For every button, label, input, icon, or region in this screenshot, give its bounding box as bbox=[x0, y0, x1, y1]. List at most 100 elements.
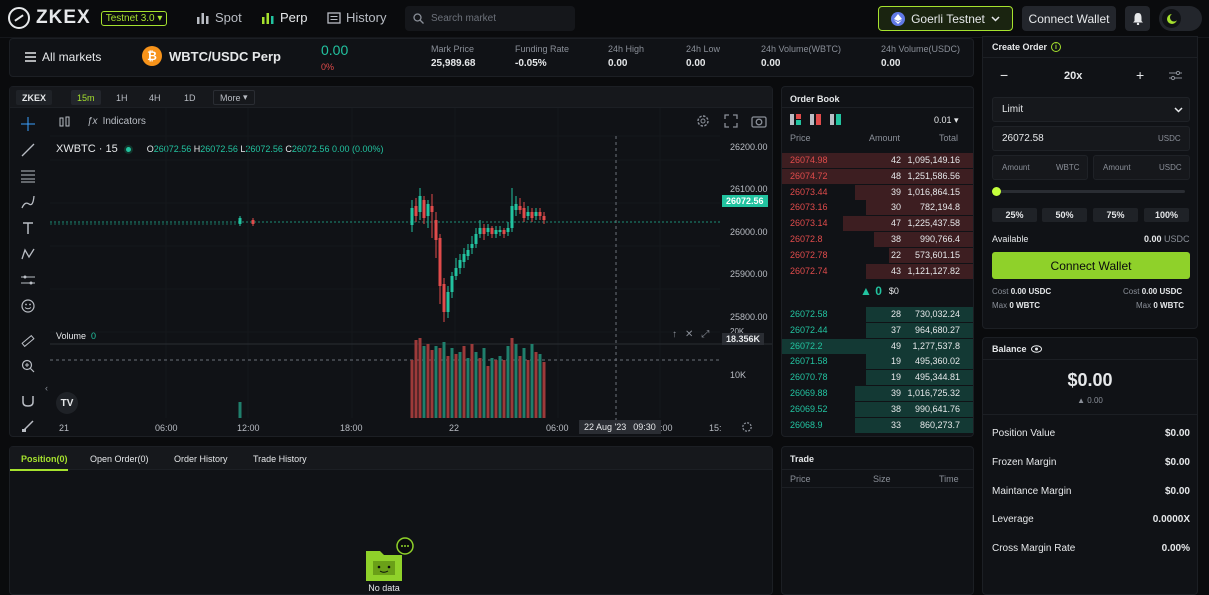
ask-row[interactable]: 26074.72 48 1,251,586.56 bbox=[782, 168, 973, 184]
volume-bar bbox=[470, 344, 474, 418]
maximize-pane-icon[interactable]: ⤢ bbox=[701, 329, 709, 340]
ask-amount: 42 bbox=[890, 155, 901, 165]
leverage-value[interactable]: 20x bbox=[1064, 70, 1082, 82]
view-asks-icon[interactable] bbox=[810, 114, 821, 125]
leverage-decrease-button[interactable]: − bbox=[1000, 67, 1008, 83]
time-tick: 15: bbox=[709, 423, 722, 433]
volume-bar bbox=[482, 348, 486, 418]
volume-bar bbox=[434, 346, 438, 418]
volume-bar bbox=[526, 360, 530, 418]
ask-row[interactable]: 26073.16 30 782,194.8 bbox=[782, 200, 973, 216]
tab-order-history[interactable]: Order History bbox=[174, 454, 228, 464]
bid-row[interactable]: 26070.78 19 495,344.81 bbox=[782, 370, 973, 386]
volume-bar bbox=[490, 358, 494, 418]
connect-wallet-button[interactable]: Connect Wallet bbox=[992, 252, 1190, 279]
ask-total: 573,601.15 bbox=[914, 249, 960, 260]
col-total: Total bbox=[939, 133, 959, 143]
leverage-increase-button[interactable]: + bbox=[1136, 67, 1144, 83]
tf-1h[interactable]: 1H bbox=[110, 90, 134, 105]
pct-25-button[interactable]: 25% bbox=[992, 208, 1037, 222]
nav-perp-label: Perp bbox=[280, 10, 308, 25]
nav-history[interactable]: History bbox=[327, 10, 386, 25]
ask-amount: 47 bbox=[890, 218, 901, 229]
logo-icon bbox=[8, 7, 30, 29]
volume-bar bbox=[506, 346, 510, 418]
volume-pane-controls: ↑ ✕ ⤢ bbox=[672, 329, 709, 340]
time-tick: :00 bbox=[660, 423, 673, 433]
ask-row[interactable]: 26074.98 42 1,095,149.16 bbox=[782, 153, 973, 168]
tf-more[interactable]: More ▾ bbox=[213, 90, 255, 105]
nav-spot[interactable]: Spot bbox=[196, 10, 242, 25]
amount-slider[interactable] bbox=[995, 190, 1185, 193]
price-input-value: 26072.58 bbox=[1002, 133, 1044, 144]
bid-row[interactable]: 26068.9 33 860,273.7 bbox=[782, 417, 973, 433]
volume-bar bbox=[418, 338, 422, 418]
ask-row[interactable]: 26073.14 47 1,225,437.58 bbox=[782, 216, 973, 232]
bid-price: 26072.58 bbox=[790, 309, 828, 319]
price-chart-canvas[interactable] bbox=[10, 108, 772, 436]
nav-spot-label: Spot bbox=[215, 10, 242, 25]
order-type-select[interactable]: Limit bbox=[992, 97, 1190, 122]
ask-row[interactable]: 26072.74 43 1,121,127.82 bbox=[782, 263, 973, 279]
all-markets-button[interactable]: All markets bbox=[25, 50, 101, 64]
view-bids-icon[interactable] bbox=[830, 114, 841, 125]
bitcoin-icon: ₿ bbox=[142, 46, 162, 66]
tab-open-order[interactable]: Open Order(0) bbox=[90, 454, 149, 464]
tf-4h[interactable]: 4H bbox=[143, 90, 167, 105]
swap-settings-icon[interactable] bbox=[1169, 70, 1182, 84]
tf-15m[interactable]: 15m bbox=[71, 90, 101, 105]
tab-trade-history[interactable]: Trade History bbox=[253, 454, 307, 464]
crosshair-time-label: 22 Aug '23 09:30 bbox=[579, 420, 661, 434]
market-pair[interactable]: ₿ WBTC/USDC Perp bbox=[142, 46, 281, 66]
amount-quote-field[interactable]: Amount USDC bbox=[1093, 155, 1190, 180]
ethereum-icon bbox=[891, 11, 906, 26]
view-both-icon[interactable] bbox=[790, 114, 801, 125]
eye-icon[interactable] bbox=[1030, 345, 1042, 353]
ask-row[interactable]: 26072.8 38 990,766.4 bbox=[782, 232, 973, 247]
bid-row[interactable]: 26069.52 38 990,641.76 bbox=[782, 401, 973, 417]
ask-total: 1,225,437.58 bbox=[907, 218, 960, 229]
slider-handle[interactable] bbox=[992, 187, 1001, 196]
move-up-icon[interactable]: ↑ bbox=[672, 329, 677, 340]
ask-row[interactable]: 26073.44 39 1,016,864.15 bbox=[782, 184, 973, 200]
candle-body bbox=[251, 220, 255, 224]
pct-100-button[interactable]: 100% bbox=[1144, 208, 1189, 222]
book-view-toggles bbox=[790, 114, 841, 125]
nav-perp[interactable]: Perp bbox=[261, 10, 307, 25]
bid-row[interactable]: 26072.58 28 730,032.24 bbox=[782, 307, 973, 322]
bid-amount: 39 bbox=[890, 388, 901, 398]
search-box[interactable] bbox=[405, 6, 575, 31]
bid-row[interactable]: 26072.2 49 1,277,537.8 bbox=[782, 338, 973, 354]
candle-body bbox=[454, 268, 458, 276]
time-axis-settings-icon[interactable] bbox=[741, 421, 753, 436]
bid-row[interactable]: 26071.58 19 495,360.02 bbox=[782, 354, 973, 370]
close-pane-icon[interactable]: ✕ bbox=[685, 329, 693, 340]
price-input-field[interactable]: 26072.58 USDC bbox=[992, 126, 1190, 151]
notification-button[interactable] bbox=[1125, 6, 1150, 31]
ask-row[interactable]: 26072.78 22 573,601.15 bbox=[782, 247, 973, 263]
pct-50-button[interactable]: 50% bbox=[1042, 208, 1087, 222]
time-tick: 18:00 bbox=[340, 423, 363, 433]
theme-toggle[interactable] bbox=[1159, 6, 1202, 31]
ask-amount: 43 bbox=[890, 265, 901, 276]
tf-1d[interactable]: 1D bbox=[178, 90, 202, 105]
bid-row[interactable]: 26072.44 37 964,680.27 bbox=[782, 322, 973, 338]
search-input[interactable] bbox=[431, 13, 561, 24]
bid-price: 26070.78 bbox=[790, 372, 828, 383]
nav-history-label: History bbox=[346, 10, 387, 25]
logo[interactable]: ZKEX Testnet 3.0 ▾ bbox=[8, 7, 168, 29]
connect-wallet-header-button[interactable]: Connect Wallet bbox=[1022, 6, 1116, 31]
candle-body bbox=[466, 250, 470, 256]
pct-75-button[interactable]: 75% bbox=[1093, 208, 1138, 222]
tab-position[interactable]: Position(0) bbox=[21, 454, 68, 464]
network-selector[interactable]: Goerli Testnet bbox=[878, 6, 1013, 31]
precision-select[interactable]: 0.01 ▾ bbox=[934, 115, 959, 126]
testnet-badge[interactable]: Testnet 3.0 ▾ bbox=[100, 10, 168, 26]
tradingview-logo-icon[interactable]: TV bbox=[56, 392, 78, 414]
amount-base-field[interactable]: Amount WBTC bbox=[992, 155, 1088, 180]
bid-row[interactable]: 26069.88 39 1,016,725.32 bbox=[782, 386, 973, 401]
ask-price: 26073.44 bbox=[790, 186, 828, 197]
info-icon[interactable]: i bbox=[1051, 42, 1062, 52]
price-tick: 26000.00 bbox=[730, 227, 768, 237]
time-tick: 22 bbox=[449, 423, 460, 433]
